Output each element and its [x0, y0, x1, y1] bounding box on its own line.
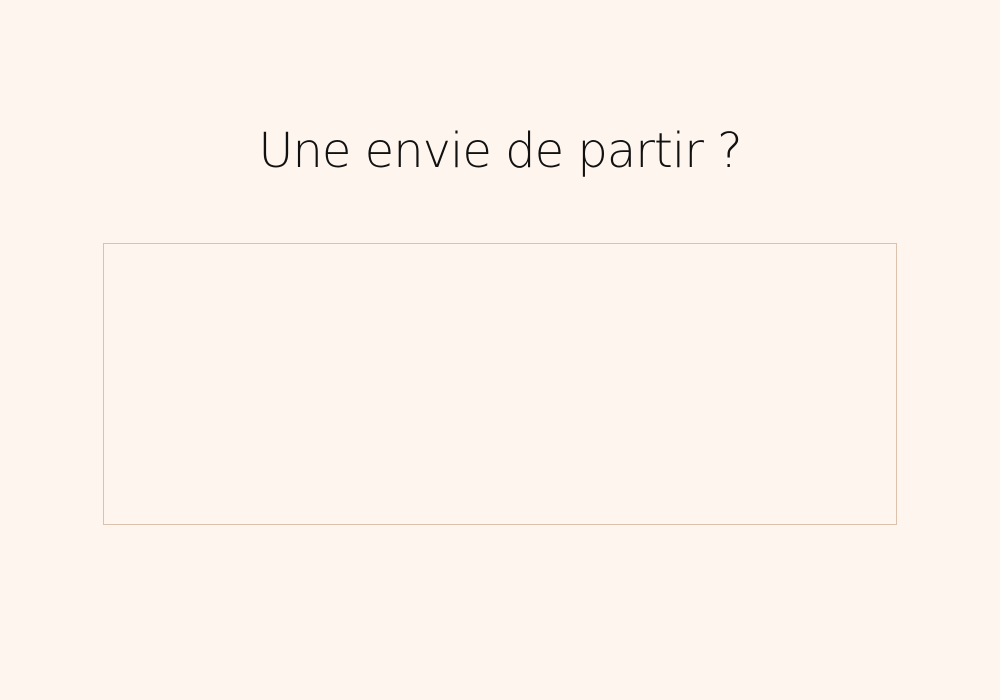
page-canvas: Une envie de partir ? [0, 0, 1000, 700]
empty-content-frame [103, 243, 897, 525]
page-title: Une envie de partir ? [258, 123, 742, 179]
